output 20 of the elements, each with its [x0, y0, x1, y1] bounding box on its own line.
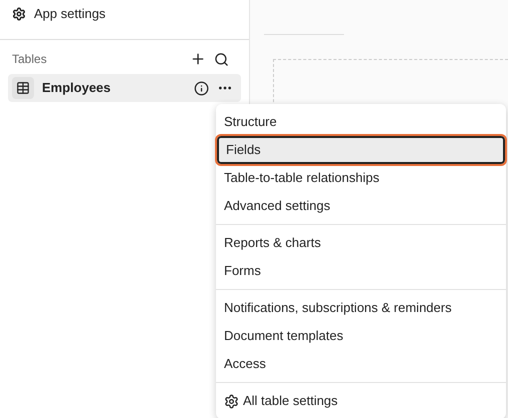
menu-item[interactable]: Table-to-table relationships — [217, 164, 505, 192]
menu-item[interactable]: Document templates — [217, 322, 505, 350]
search-icon[interactable] — [214, 52, 229, 66]
info-icon[interactable] — [194, 80, 209, 96]
add-icon[interactable] — [190, 51, 206, 67]
table-item[interactable]: Employees — [8, 74, 241, 102]
menu-item[interactable]: Notifications, subscriptions & reminders — [217, 294, 505, 322]
settings-icon — [224, 394, 239, 408]
menu-item[interactable]: All table settings — [217, 387, 505, 415]
menu-item[interactable]: Advanced settings — [217, 192, 505, 220]
menu-item[interactable]: Forms — [217, 257, 505, 285]
menu-item[interactable]: Reports & charts — [217, 229, 505, 257]
settings-icon — [12, 6, 26, 20]
tables-heading: Tables — [12, 51, 48, 68]
menu-item[interactable]: Fields — [217, 136, 505, 164]
menu-item[interactable]: Structure — [217, 108, 505, 136]
table-name: Employees — [42, 79, 112, 98]
app-settings-link[interactable]: App settings — [34, 4, 106, 24]
table-icon — [12, 77, 34, 99]
menu-item[interactable]: Access — [217, 350, 505, 378]
